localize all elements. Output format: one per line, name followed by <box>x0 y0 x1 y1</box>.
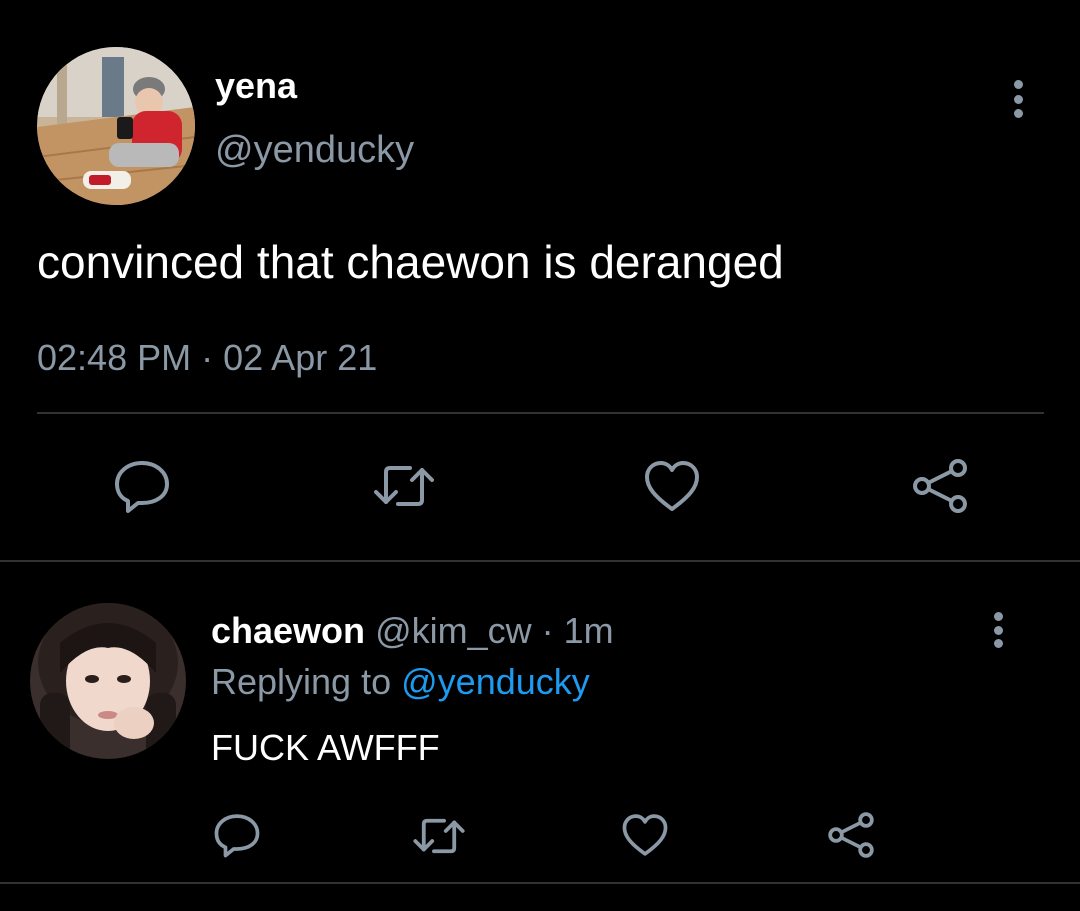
share-icon[interactable] <box>910 456 970 516</box>
divider <box>0 882 1080 884</box>
like-icon[interactable] <box>642 458 702 514</box>
reply-text: FUCK AWFFF <box>211 727 440 768</box>
user-handle[interactable]: @kim_cw <box>375 610 532 651</box>
divider <box>37 412 1044 414</box>
share-icon[interactable] <box>826 810 876 860</box>
separator-dot: · <box>541 610 554 651</box>
tweet-time: 02:48 PM <box>37 337 192 378</box>
like-icon[interactable] <box>620 812 670 858</box>
more-options-icon[interactable] <box>990 612 1006 648</box>
reply-header: chaewon @kim_cw · 1m <box>211 610 614 652</box>
tweet-timestamp: 02:48 PM · 02 Apr 21 <box>37 337 377 379</box>
replying-to: Replying to @yenducky <box>211 661 590 703</box>
avatar[interactable] <box>37 47 195 205</box>
retweet-icon[interactable] <box>370 460 438 512</box>
display-name[interactable]: chaewon <box>211 610 365 651</box>
avatar[interactable] <box>30 603 186 759</box>
replying-to-label: Replying to <box>211 661 392 702</box>
replying-to-link[interactable]: @yenducky <box>401 661 590 702</box>
reply-icon[interactable] <box>212 812 262 858</box>
reply-icon[interactable] <box>112 458 172 514</box>
display-name[interactable]: yena <box>215 66 297 106</box>
tweet-date: 02 Apr 21 <box>223 337 378 378</box>
avatar-image <box>30 603 186 759</box>
reply-timestamp: 1m <box>563 610 614 651</box>
separator-dot: · <box>201 337 214 378</box>
more-options-icon[interactable] <box>1010 80 1026 118</box>
user-handle[interactable]: @yenducky <box>215 129 414 171</box>
divider <box>0 560 1080 562</box>
retweet-icon[interactable] <box>410 814 468 858</box>
tweet-text: convinced that chaewon is deranged <box>37 236 784 288</box>
avatar-image <box>37 47 195 205</box>
